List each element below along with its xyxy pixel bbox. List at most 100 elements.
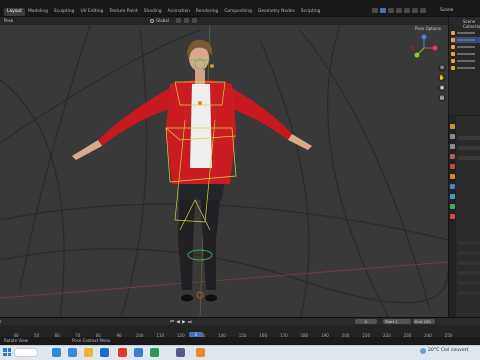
outliner-row[interactable] (451, 58, 480, 64)
background-curve (0, 248, 448, 304)
background-curve (120, 29, 148, 317)
material-shading-icon[interactable] (412, 8, 418, 13)
outliner-panel[interactable]: Scene Collection (448, 17, 480, 115)
collection-icon (451, 31, 455, 35)
app-icon[interactable] (150, 348, 159, 357)
store-icon[interactable] (134, 348, 143, 357)
outliner-row[interactable] (451, 65, 480, 71)
scene-tab-icon[interactable] (450, 154, 455, 159)
x-axis-ball[interactable] (432, 45, 438, 51)
background-curve (0, 79, 65, 317)
chrome-icon[interactable] (118, 348, 127, 357)
property-field[interactable] (458, 251, 480, 255)
outliner-row[interactable] (451, 51, 480, 57)
orientation-icon (150, 19, 154, 23)
y-axis-ball[interactable] (414, 52, 420, 58)
tab-uv-editing[interactable]: UV Editing (77, 8, 106, 16)
property-field[interactable] (458, 291, 480, 295)
camera-view-icon[interactable]: ▣ (438, 84, 446, 92)
timeline-view-menu[interactable]: r (0, 319, 2, 324)
navigation-gizmo[interactable] (409, 33, 439, 63)
z-axis-ball[interactable] (421, 34, 427, 40)
3d-viewport[interactable] (0, 25, 448, 317)
left-arm (98, 88, 172, 146)
object-tab-icon[interactable] (450, 174, 455, 179)
tab-shading[interactable]: Shading (141, 8, 165, 16)
taskbar-search[interactable] (14, 348, 38, 357)
tab-geometry-nodes[interactable]: Geometry Nodes (255, 8, 298, 16)
physics-tab-icon[interactable] (450, 194, 455, 199)
ortho-toggle-icon[interactable]: ▦ (438, 94, 446, 102)
solid-shading-icon[interactable] (404, 8, 410, 13)
transform-orientation[interactable]: Global (156, 18, 169, 23)
render-tab-icon[interactable] (450, 134, 455, 139)
property-field[interactable] (458, 136, 480, 140)
pose-options-dropdown[interactable]: Pose Options (415, 26, 441, 31)
property-field[interactable] (458, 146, 480, 150)
mail-icon[interactable] (100, 348, 109, 357)
property-field[interactable] (458, 241, 480, 245)
zoom-icon[interactable]: ⊕ (438, 64, 446, 72)
outliner-row[interactable] (451, 37, 480, 43)
task-view-icon[interactable] (52, 348, 61, 357)
neg-x-axis-ball[interactable] (411, 46, 415, 50)
property-field[interactable] (458, 156, 480, 160)
top-bar: Layout Modeling Sculpting UV Editing Tex… (0, 0, 480, 17)
timeline-panel[interactable]: r ⏮ ◀ ▶ ⏭ 1 Start 1 End 250 40 50 60 70 80 90… (0, 317, 480, 338)
property-field[interactable] (458, 271, 480, 275)
pivot-icon[interactable] (176, 18, 181, 23)
outliner-row[interactable] (451, 30, 480, 36)
snap-icon[interactable] (372, 8, 378, 13)
tab-sculpting[interactable]: Sculpting (51, 8, 78, 16)
snap-toggle-icon[interactable] (184, 18, 189, 23)
edge-icon[interactable] (68, 348, 77, 357)
material-tab-icon[interactable] (450, 214, 455, 219)
blender-window: Layout Modeling Sculpting UV Editing Tex… (0, 0, 480, 360)
pan-hand-icon[interactable]: ✋ (438, 74, 446, 82)
world-tab-icon[interactable] (450, 164, 455, 169)
windows-start-icon[interactable] (3, 348, 11, 356)
data-tab-icon[interactable] (450, 204, 455, 209)
outliner-row[interactable] (451, 44, 480, 50)
left-hand (72, 140, 102, 160)
scene-selector[interactable]: Scene (440, 8, 453, 13)
property-field[interactable] (458, 281, 480, 285)
proportional-edit-icon[interactable] (192, 18, 197, 23)
tab-texture-paint[interactable]: Texture Paint (106, 8, 140, 16)
proportional-icon[interactable] (380, 8, 386, 13)
overlay-icon[interactable] (388, 8, 394, 13)
background-curve (0, 203, 448, 241)
object-icon (451, 66, 455, 70)
tab-animation[interactable]: Animation (165, 8, 193, 16)
property-field[interactable] (458, 261, 480, 265)
tool-tab-icon[interactable] (450, 124, 455, 129)
start-label: Start (385, 319, 395, 324)
timeline-controls: r ⏮ ◀ ▶ ⏭ 1 Start 1 End 250 (0, 318, 480, 325)
viewport-scene (0, 25, 448, 317)
modifier-tab-icon[interactable] (450, 184, 455, 189)
mode-selector[interactable]: Pose (4, 18, 13, 23)
status-hint-rotate: Rotate View (4, 338, 28, 343)
outliner-title: Scene Collection (463, 19, 480, 29)
3d-cursor[interactable] (196, 291, 204, 299)
xray-icon[interactable] (396, 8, 402, 13)
properties-panel[interactable] (448, 116, 480, 317)
render-shading-icon[interactable] (420, 8, 426, 13)
properties-tabs (449, 116, 456, 317)
weather-widget[interactable]: 20°C Ciel couvert (428, 348, 468, 353)
tab-scripting[interactable]: Scripting (298, 8, 324, 16)
tab-compositing[interactable]: Compositing (221, 8, 255, 16)
file-explorer-icon[interactable] (84, 348, 93, 357)
end-frame-field[interactable]: End 250 (413, 319, 435, 324)
tab-layout[interactable]: Layout (4, 8, 25, 16)
app-icon[interactable] (176, 348, 185, 357)
end-label: End (415, 319, 423, 324)
object-icon (451, 52, 455, 56)
blender-icon[interactable] (196, 348, 205, 357)
tab-modeling[interactable]: Modeling (25, 8, 51, 16)
weather-icon (420, 348, 426, 354)
start-frame-field[interactable]: Start 1 (383, 319, 411, 324)
current-frame-field[interactable]: 1 (355, 319, 377, 324)
output-tab-icon[interactable] (450, 144, 455, 149)
tab-rendering[interactable]: Rendering (193, 8, 221, 16)
